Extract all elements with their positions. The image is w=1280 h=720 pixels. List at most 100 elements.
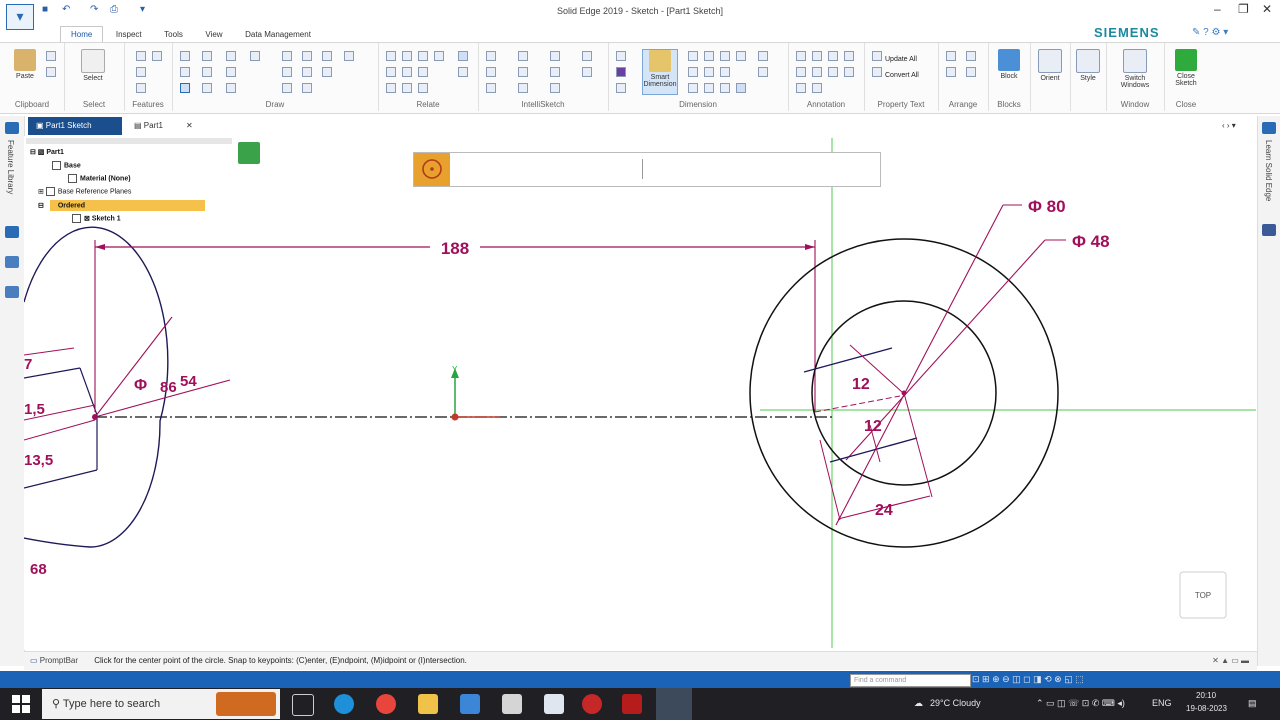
intellisketch-option-icon[interactable] [518,51,528,61]
left-1-5-text[interactable]: 1,5 [24,401,45,418]
convert-all-button[interactable]: Convert All [872,67,919,79]
minimize-button[interactable]: – [1214,2,1221,16]
right-center-point[interactable] [901,390,907,396]
bring-to-front-icon[interactable] [946,51,956,61]
dimension-12a-text[interactable]: 12 [852,376,870,393]
find-command-input[interactable]: Find a command [850,674,971,687]
edge-browser-icon[interactable] [334,694,354,714]
weather-text[interactable]: 29°C Cloudy [930,698,981,708]
dimension-188-text[interactable]: 188 [441,239,469,258]
send-backward-icon[interactable] [966,67,976,77]
dimension-style-icon[interactable] [704,67,714,77]
solid-edge-taskbar-icon[interactable] [656,688,692,720]
tangent-arc-icon[interactable] [202,67,212,77]
learn-icon[interactable] [1262,122,1276,134]
clock-time[interactable]: 20:10 [1196,691,1216,700]
store-icon[interactable] [502,694,522,714]
curve-icon[interactable] [180,67,190,77]
project-icon[interactable] [282,83,292,93]
intellisketch-option-icon[interactable] [518,67,528,77]
dimension-axis-icon[interactable] [704,51,714,61]
tree-item-ordered[interactable]: ⊟ Ordered [38,201,85,210]
symmetric-icon[interactable] [402,83,412,93]
switch-windows-button[interactable]: Switch Windows [1118,49,1152,89]
style-button[interactable]: Style [1071,49,1105,82]
taskbar-search[interactable]: ⚲ Type here to search [42,689,280,719]
equal-icon[interactable] [386,83,396,93]
dimension-24-text[interactable]: 24 [875,502,893,519]
perpendicular-icon[interactable] [402,67,412,77]
bring-forward-icon[interactable] [946,67,956,77]
ellipse-icon[interactable] [202,83,212,93]
intellisketch-option-icon[interactable] [582,51,592,61]
tab-view[interactable]: View [195,27,232,43]
mirror-icon[interactable] [282,67,292,77]
tangent-icon[interactable] [418,67,428,77]
chrome-icon[interactable] [376,694,396,714]
intellisketch-option-icon[interactable] [518,83,528,93]
app-icon[interactable] [582,694,602,714]
close-window-button[interactable]: ✕ [1262,2,1272,16]
center-mark-icon[interactable] [812,83,822,93]
left-13-5-text[interactable]: 13,5 [24,452,53,469]
feature-control-frame-icon[interactable] [812,67,822,77]
surface-texture-icon[interactable] [828,51,838,61]
dimension-option-icon[interactable] [704,83,714,93]
arc-icon[interactable] [202,51,212,61]
include-icon[interactable] [302,83,312,93]
mail-icon[interactable] [460,694,480,714]
collinear-icon[interactable] [402,51,412,61]
dimension-phi80-text[interactable]: Φ 80 [1028,197,1066,216]
task-view-icon[interactable] [292,694,314,716]
intellisketch-option-icon[interactable] [582,67,592,77]
cut-feature-icon[interactable] [152,51,162,61]
layers-icon[interactable] [5,226,19,238]
close-doc-tab-button[interactable]: ✕ [178,117,201,135]
intellisketch-option-icon[interactable] [550,67,560,77]
cut-icon[interactable] [46,51,56,61]
view-controls[interactable]: ⊡ ⊞ ⊕ ⊖ ◫ ◻ ◨ ⟲ ⊗ ◱ ⬚ [972,674,1172,685]
prompt-bar-controls[interactable]: ✕ ▲ ▭ ▬ [1212,652,1249,670]
tab-home[interactable]: Home [60,26,104,43]
left-86-text[interactable]: 86 [160,379,177,396]
extrude-icon[interactable] [136,51,146,61]
tree-item-material[interactable]: Material (None) [68,174,131,183]
windows-start-icon[interactable] [12,695,30,713]
horizontal-icon[interactable] [434,51,444,61]
learn-solid-edge-tab[interactable]: Learn Solid Edge [1264,140,1273,201]
coordinate-dimension-icon[interactable] [688,51,698,61]
parallel-icon[interactable] [386,67,396,77]
paste-button[interactable]: Paste [8,49,42,80]
base-checkbox[interactable] [52,161,61,170]
trim-icon[interactable] [282,51,292,61]
accept-icon[interactable] [238,142,260,164]
collapse-icon[interactable]: ⊟ [38,202,46,209]
dimension-option-icon[interactable] [720,83,730,93]
relationship-handles-icon[interactable] [458,67,468,77]
notifications-icon[interactable]: ▤ [1248,698,1257,709]
block-button[interactable]: Block [992,49,1026,80]
language-indicator[interactable]: ENG [1152,698,1172,708]
planes-checkbox[interactable] [45,187,55,196]
balloon-icon[interactable] [812,51,822,61]
dimension-12b-text[interactable]: 12 [864,418,882,435]
file-explorer-icon[interactable] [418,694,438,714]
point-icon[interactable] [226,67,236,77]
rigid-set-icon[interactable] [418,83,428,93]
left-center-point[interactable] [92,414,98,420]
doc-tab-nav[interactable]: ‹ › ▾ [1214,117,1244,135]
tree-item-base[interactable]: Base [52,161,81,170]
revolve-icon[interactable] [136,67,146,77]
tree-root-part1[interactable]: ⊟ ▧ Part1 [30,148,64,156]
close-sketch-button[interactable]: Close Sketch [1169,49,1203,87]
smart-dimension-button[interactable]: Smart Dimension [642,49,678,95]
angular-coordinate-icon[interactable] [720,51,730,61]
sketch-canvas[interactable]: 188 Φ 80 Φ 48 12 12 24 Φ 86 54 7 1,5 13,… [24,136,1257,650]
construction-icon[interactable] [226,83,236,93]
doc-tab-part1[interactable]: ▤ Part1 [126,117,171,135]
offset-icon[interactable] [344,51,354,61]
datum-frame-icon[interactable] [828,67,838,77]
weld-symbol-icon[interactable] [844,51,854,61]
update-dimension-icon[interactable] [720,67,730,77]
intellisketch-option-icon[interactable] [486,67,496,77]
